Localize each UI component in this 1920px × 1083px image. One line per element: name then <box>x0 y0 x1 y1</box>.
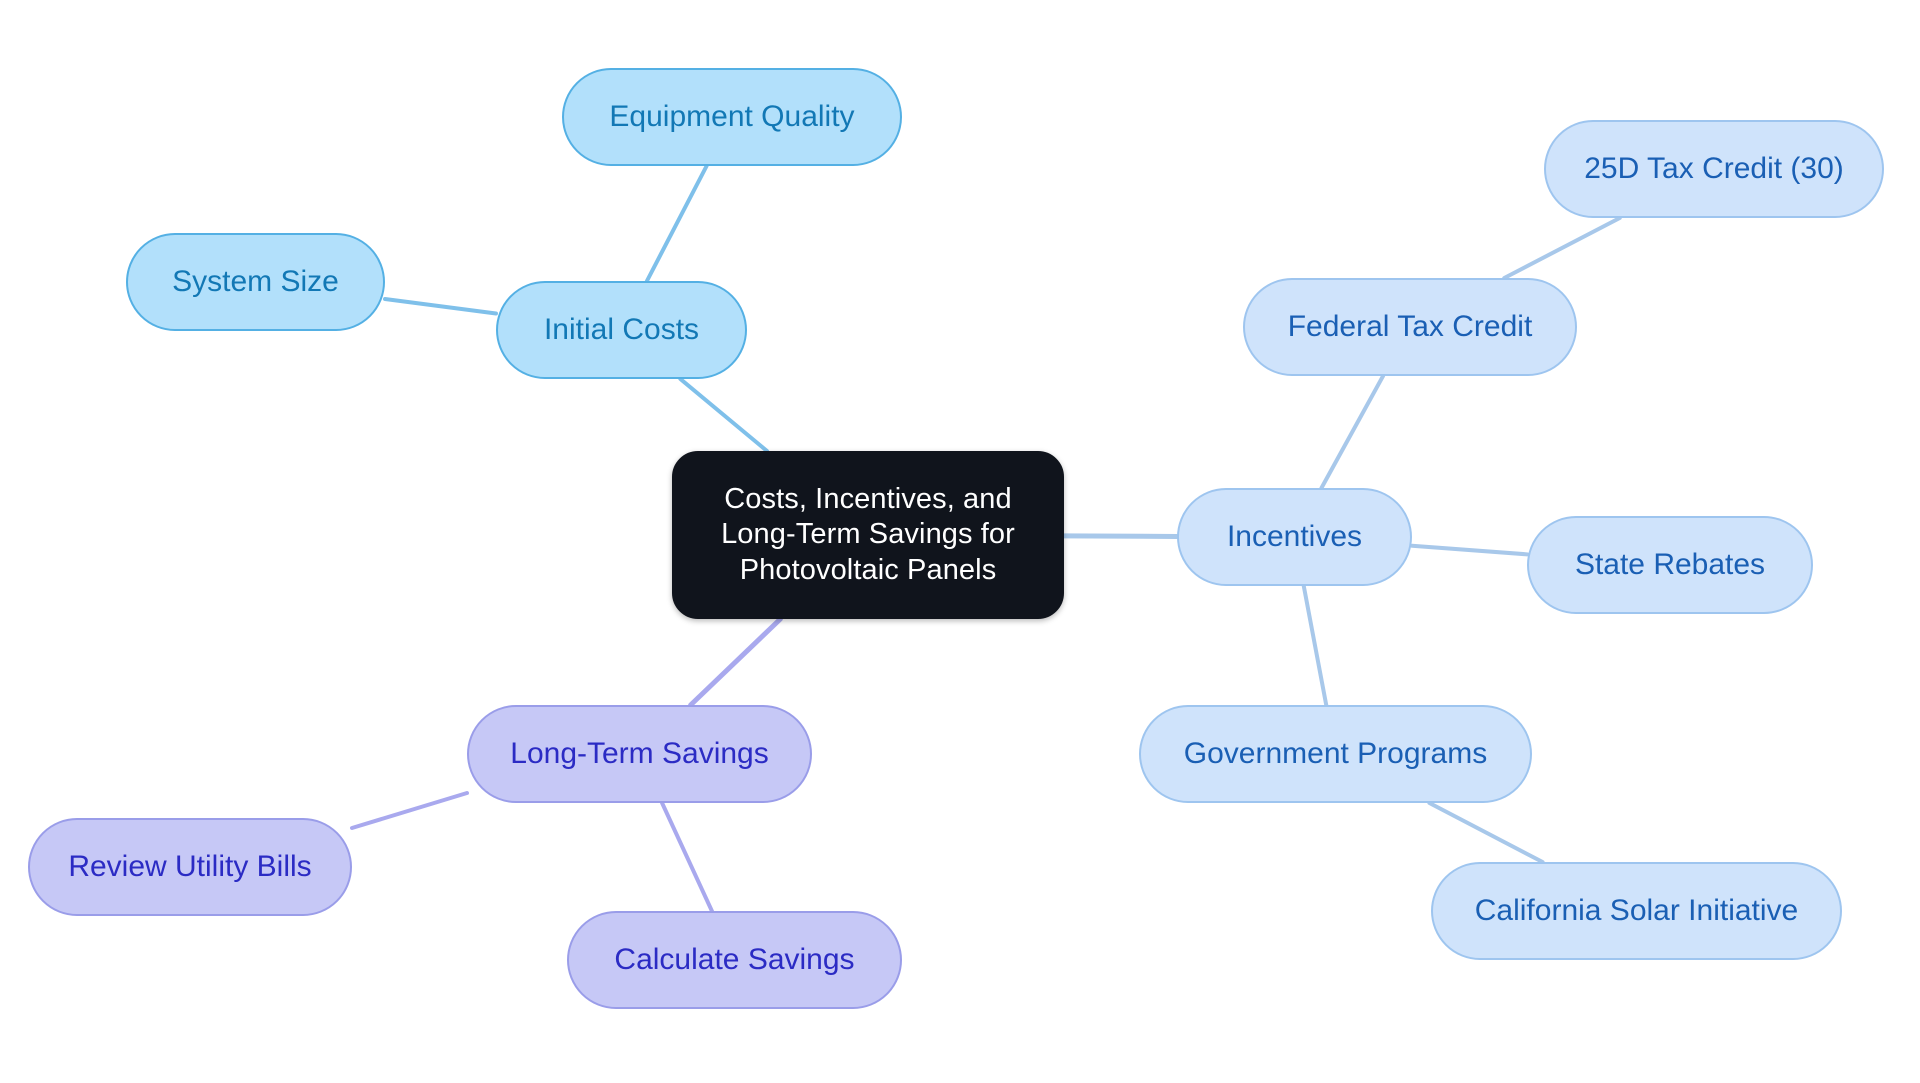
mindmap-node-state-rebates[interactable]: State Rebates <box>1527 516 1813 614</box>
mindmap-node-label: Incentives <box>1226 519 1363 553</box>
mindmap-edge-root-to-long-term-savings <box>688 616 783 708</box>
mindmap-node-tax-credit-25d[interactable]: 25D Tax Credit (30) <box>1544 120 1884 218</box>
mindmap-node-california-solar-initiative[interactable]: California Solar Initiative <box>1431 862 1842 960</box>
mindmap-edge-federal-tax-credit-to-tax-credit-25d <box>1502 216 1622 280</box>
mindmap-edge-root-to-initial-costs <box>678 377 769 453</box>
mindmap-node-label: Government Programs <box>1183 736 1488 770</box>
mindmap-edge-incentives-to-state-rebates <box>1410 543 1529 557</box>
mindmap-edge-initial-costs-to-system-size <box>383 296 498 316</box>
mindmap-node-review-utility-bills[interactable]: Review Utility Bills <box>28 818 352 916</box>
mindmap-node-label: Long-Term Savings <box>510 736 769 770</box>
mindmap-edge-root-to-incentives <box>1061 533 1180 539</box>
mindmap-edge-long-term-savings-to-calculate-savings <box>660 801 714 913</box>
mindmap-node-label: Review Utility Bills <box>68 849 312 883</box>
mindmap-edge-initial-costs-to-equipment-quality <box>644 164 709 283</box>
mindmap-node-label: Equipment Quality <box>609 99 855 133</box>
mindmap-node-calculate-savings[interactable]: Calculate Savings <box>567 911 902 1009</box>
mindmap-node-government-programs[interactable]: Government Programs <box>1139 705 1532 803</box>
mindmap-node-federal-tax-credit[interactable]: Federal Tax Credit <box>1243 278 1577 376</box>
mindmap-edge-long-term-savings-to-review-utility-bills <box>350 791 469 830</box>
mindmap-edge-incentives-to-government-programs <box>1301 584 1329 707</box>
mindmap-node-initial-costs[interactable]: Initial Costs <box>496 281 747 379</box>
mindmap-node-root[interactable]: Costs, Incentives, and Long-Term Savings… <box>672 451 1064 619</box>
mindmap-node-label: Federal Tax Credit <box>1287 309 1533 343</box>
mindmap-canvas: Costs, Incentives, and Long-Term Savings… <box>0 0 1920 1083</box>
mindmap-node-label: Initial Costs <box>543 312 700 346</box>
mindmap-node-label: California Solar Initiative <box>1474 893 1799 927</box>
mindmap-node-equipment-quality[interactable]: Equipment Quality <box>562 68 902 166</box>
mindmap-node-long-term-savings[interactable]: Long-Term Savings <box>467 705 812 803</box>
mindmap-edge-incentives-to-federal-tax-credit <box>1319 374 1386 490</box>
mindmap-node-label: System Size <box>172 264 339 298</box>
mindmap-node-incentives[interactable]: Incentives <box>1177 488 1412 586</box>
mindmap-node-label: Calculate Savings <box>614 942 855 976</box>
mindmap-node-label: 25D Tax Credit (30) <box>1584 151 1844 185</box>
mindmap-node-label: Costs, Incentives, and Long-Term Savings… <box>721 482 1015 586</box>
mindmap-edge-government-programs-to-california-solar-initiative <box>1427 801 1545 864</box>
mindmap-node-label: State Rebates <box>1574 547 1766 581</box>
mindmap-node-system-size[interactable]: System Size <box>126 233 385 331</box>
